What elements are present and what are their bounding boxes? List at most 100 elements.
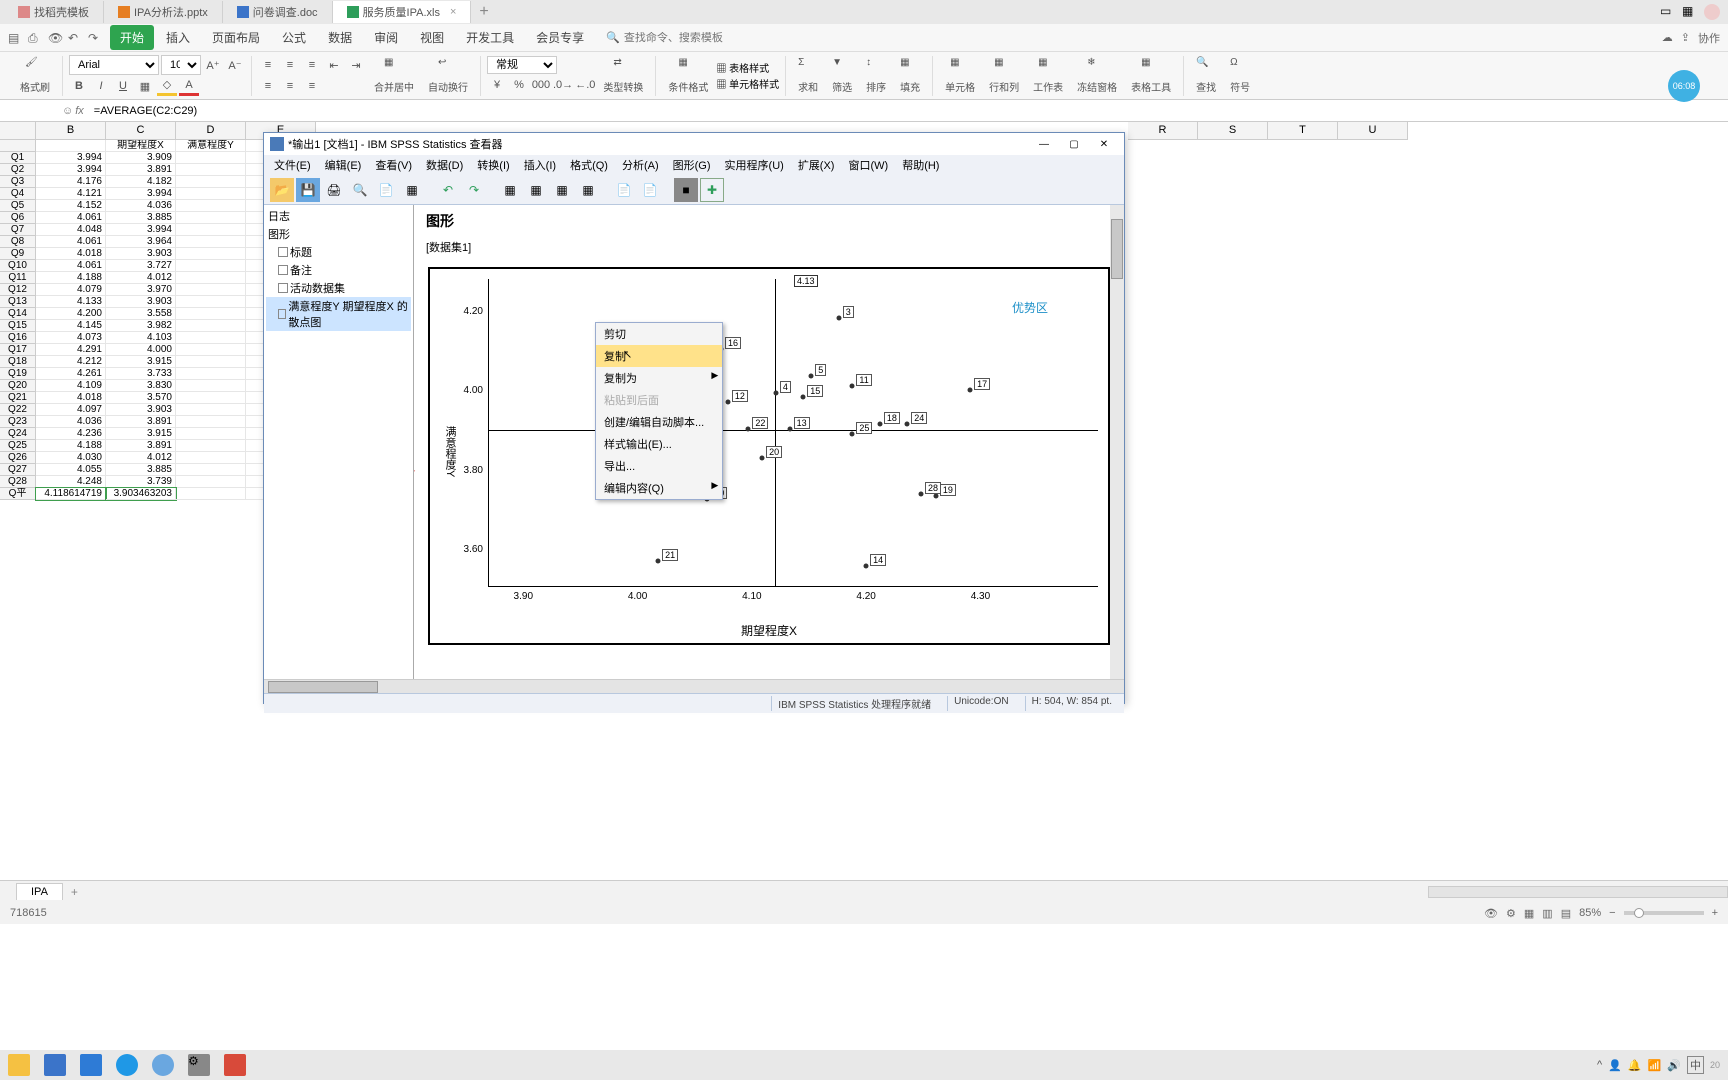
collab-label[interactable]: 协作 — [1698, 30, 1720, 46]
row-header[interactable]: Q1 — [0, 152, 36, 164]
row-header[interactable]: Q10 — [0, 260, 36, 272]
spss-insert1-icon[interactable]: 📄 — [612, 178, 636, 202]
cell[interactable]: 4.018 — [36, 392, 106, 404]
taskbar-mail-icon[interactable] — [80, 1054, 102, 1076]
menu-tab-8[interactable]: 会员专享 — [526, 25, 594, 50]
auto-wrap-button[interactable]: ↩自动换行 — [422, 55, 474, 96]
insert-fn-icon[interactable]: ☺ — [62, 105, 73, 117]
cell[interactable]: 4.079 — [36, 284, 106, 296]
row-header[interactable]: Q6 — [0, 212, 36, 224]
spss-tree-item[interactable]: 日志 — [266, 207, 411, 225]
spss-print-icon[interactable]: 🖨 — [322, 178, 346, 202]
col-header[interactable]: R — [1128, 122, 1198, 140]
cell[interactable] — [36, 140, 106, 152]
cell[interactable]: 4.061 — [36, 260, 106, 272]
spss-tree-item[interactable]: 图形 — [266, 225, 411, 243]
cell[interactable] — [176, 380, 246, 392]
cell[interactable]: 4.121 — [36, 188, 106, 200]
row-col-button[interactable]: ▦行和列 — [983, 55, 1025, 96]
taskbar-settings-icon[interactable]: ⚙ — [188, 1054, 210, 1076]
cell[interactable]: 3.570 — [106, 392, 176, 404]
context-menu-item[interactable]: 样式输出(E)... — [596, 433, 722, 455]
preview-icon[interactable]: 👁 — [48, 31, 62, 45]
table-style-button[interactable]: ▦ 表格样式 — [716, 60, 779, 75]
cell[interactable] — [176, 476, 246, 488]
cell[interactable]: 3.994 — [36, 164, 106, 176]
spss-open-icon[interactable]: 📂 — [270, 178, 294, 202]
cell[interactable]: 3.982 — [106, 320, 176, 332]
comma-icon[interactable]: 000 — [531, 75, 551, 95]
row-header[interactable]: Q12 — [0, 284, 36, 296]
sheet-add-button[interactable]: + — [63, 885, 86, 899]
zoom-slider[interactable] — [1624, 911, 1704, 915]
cell[interactable] — [176, 368, 246, 380]
cond-format-button[interactable]: ▦条件格式 — [662, 55, 714, 96]
cell[interactable] — [176, 248, 246, 260]
taskbar-browser-icon[interactable] — [152, 1054, 174, 1076]
cell[interactable]: 4.212 — [36, 356, 106, 368]
context-menu-item[interactable]: 复制 — [596, 345, 722, 367]
row-header[interactable]: Q8 — [0, 236, 36, 248]
sheet-button[interactable]: ▦工作表 — [1027, 55, 1069, 96]
row-header[interactable]: Q28 — [0, 476, 36, 488]
spss-output-pane[interactable]: 图形 [数据集1] ▶ 满意程度Y 期望程度X 4.13 优势区 3.603.8… — [414, 205, 1124, 679]
cell[interactable] — [176, 464, 246, 476]
col-header[interactable] — [0, 122, 36, 140]
zoom-in-icon[interactable]: + — [1712, 907, 1718, 919]
spss-vars-icon[interactable]: ▦ — [550, 178, 574, 202]
redo-icon[interactable]: ↷ — [88, 31, 102, 45]
cell[interactable]: 3.994 — [36, 152, 106, 164]
row-header[interactable]: Q16 — [0, 332, 36, 344]
font-name-select[interactable]: Arial — [69, 55, 159, 75]
menu-tab-2[interactable]: 页面布局 — [202, 25, 270, 50]
window-layout-icon[interactable]: ▭ — [1660, 4, 1676, 20]
maximize-button[interactable]: ▢ — [1060, 135, 1088, 153]
cell[interactable]: 3.891 — [106, 164, 176, 176]
cell[interactable]: 4.200 — [36, 308, 106, 320]
cloud-sync-icon[interactable]: ☁ — [1662, 31, 1673, 44]
table-tools-button[interactable]: ▦表格工具 — [1125, 55, 1177, 96]
italic-icon[interactable]: I — [91, 76, 111, 96]
cell[interactable]: 4.109 — [36, 380, 106, 392]
cell[interactable]: 3.909 — [106, 152, 176, 164]
cell[interactable]: 3.733 — [106, 368, 176, 380]
zoom-out-icon[interactable]: − — [1609, 907, 1615, 919]
cell[interactable]: 4.036 — [36, 416, 106, 428]
tray-up-icon[interactable]: ^ — [1597, 1059, 1602, 1071]
currency-icon[interactable]: ¥ — [487, 75, 507, 95]
cell[interactable]: 4.061 — [36, 236, 106, 248]
close-button[interactable]: ✕ — [1090, 135, 1118, 153]
font-size-select[interactable]: 10 — [161, 55, 201, 75]
row-header[interactable]: Q5 — [0, 200, 36, 212]
taskbar-app1-icon[interactable] — [44, 1054, 66, 1076]
cell[interactable]: 4.000 — [106, 344, 176, 356]
row-header[interactable]: Q21 — [0, 392, 36, 404]
row-header[interactable]: Q4 — [0, 188, 36, 200]
cell[interactable]: 4.097 — [36, 404, 106, 416]
spss-menu-item[interactable]: 文件(E) — [268, 155, 317, 175]
col-header[interactable]: S — [1198, 122, 1268, 140]
format-painter-button[interactable]: 🖌格式刷 — [14, 55, 56, 96]
context-menu-item[interactable]: 复制为▶ — [596, 367, 722, 389]
context-menu-item[interactable]: 创建/编辑自动脚本... — [596, 411, 722, 433]
align-top-icon[interactable]: ≡ — [258, 55, 278, 75]
cell[interactable]: 4.118614719 — [36, 488, 106, 500]
cell[interactable]: 4.055 — [36, 464, 106, 476]
cell[interactable] — [176, 188, 246, 200]
cell[interactable]: 3.903 — [106, 404, 176, 416]
cell[interactable]: 4.036 — [106, 200, 176, 212]
cell[interactable]: 3.970 — [106, 284, 176, 296]
undo-icon[interactable]: ↶ — [68, 31, 82, 45]
cell[interactable] — [176, 440, 246, 452]
bold-icon[interactable]: B — [69, 76, 89, 96]
cell[interactable]: 3.994 — [106, 188, 176, 200]
cell[interactable] — [176, 428, 246, 440]
align-center-icon[interactable]: ≡ — [280, 76, 300, 96]
taskbar-explorer-icon[interactable] — [8, 1054, 30, 1076]
col-header[interactable]: B — [36, 122, 106, 140]
font-color-icon[interactable]: A — [179, 76, 199, 96]
spss-menu-item[interactable]: 编辑(E) — [319, 155, 368, 175]
align-middle-icon[interactable]: ≡ — [280, 55, 300, 75]
symbol-button[interactable]: Ω符号 — [1224, 55, 1256, 96]
cell[interactable] — [176, 392, 246, 404]
